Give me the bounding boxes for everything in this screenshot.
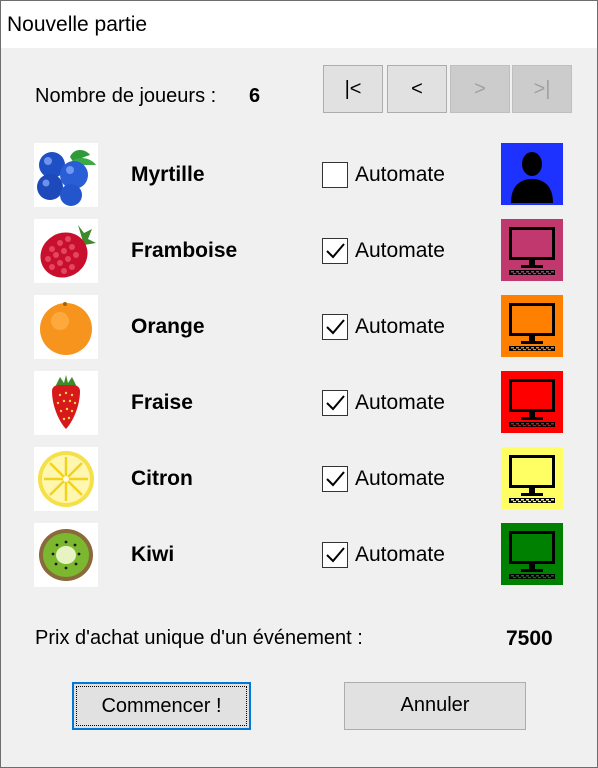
player-name: Myrtille <box>131 163 205 186</box>
automate-checkbox[interactable] <box>322 542 348 568</box>
player-row: Fraise Automate <box>1 371 597 435</box>
event-price-label: Prix d'achat unique d'un événement : <box>35 627 363 649</box>
window-title: Nouvelle partie <box>7 13 148 36</box>
computer-player-icon[interactable] <box>501 295 563 357</box>
player-count-label: Nombre de joueurs : <box>35 85 217 107</box>
player-name: Kiwi <box>131 543 175 566</box>
automate-label[interactable]: Automate <box>355 467 445 491</box>
focus-rectangle <box>76 686 247 726</box>
checkmark-icon <box>326 547 345 563</box>
player-name: Framboise <box>131 239 238 262</box>
automate-checkbox[interactable] <box>322 314 348 340</box>
automate-checkbox[interactable] <box>322 466 348 492</box>
automate-label[interactable]: Automate <box>355 239 445 263</box>
orange-icon <box>34 295 98 359</box>
player-name: Citron <box>131 467 193 490</box>
checkmark-icon <box>326 319 345 335</box>
first-button[interactable]: |< <box>323 65 383 113</box>
player-row: Orange Automate <box>1 295 597 359</box>
new-game-dialog: Nouvelle partie Nombre de joueurs : 6 |<… <box>0 0 598 768</box>
player-count-value: 6 <box>249 85 261 107</box>
human-user-icon[interactable] <box>501 143 563 205</box>
title-bar: Nouvelle partie <box>1 1 597 48</box>
automate-checkbox[interactable] <box>322 162 348 188</box>
checkmark-icon <box>326 395 345 411</box>
player-row: Kiwi Automate <box>1 523 597 587</box>
raspberry-icon <box>34 219 98 283</box>
checkmark-icon <box>326 243 345 259</box>
player-row: Framboise Automate <box>1 219 597 283</box>
player-name: Fraise <box>131 391 193 414</box>
next-button[interactable]: > <box>450 65 510 113</box>
automate-checkbox[interactable] <box>322 390 348 416</box>
automate-checkbox[interactable] <box>322 238 348 264</box>
computer-player-icon[interactable] <box>501 219 563 281</box>
automate-label[interactable]: Automate <box>355 315 445 339</box>
player-row: Myrtille Automate <box>1 143 597 207</box>
automate-label[interactable]: Automate <box>355 391 445 415</box>
start-button[interactable]: Commencer ! <box>72 682 251 730</box>
event-price-value: 7500 <box>506 627 553 650</box>
computer-player-icon[interactable] <box>501 523 563 585</box>
kiwi-icon <box>34 523 98 587</box>
computer-player-icon[interactable] <box>501 447 563 509</box>
strawberry-icon <box>34 371 98 435</box>
player-name: Orange <box>131 315 205 338</box>
last-button[interactable]: >| <box>512 65 572 113</box>
checkmark-icon <box>326 471 345 487</box>
computer-player-icon[interactable] <box>501 371 563 433</box>
automate-label[interactable]: Automate <box>355 163 445 187</box>
previous-button[interactable]: < <box>387 65 447 113</box>
automate-label[interactable]: Automate <box>355 543 445 567</box>
blueberry-icon <box>34 143 98 207</box>
player-row: Citron Automate <box>1 447 597 511</box>
lemon-icon <box>34 447 98 511</box>
cancel-button[interactable]: Annuler <box>344 682 526 730</box>
